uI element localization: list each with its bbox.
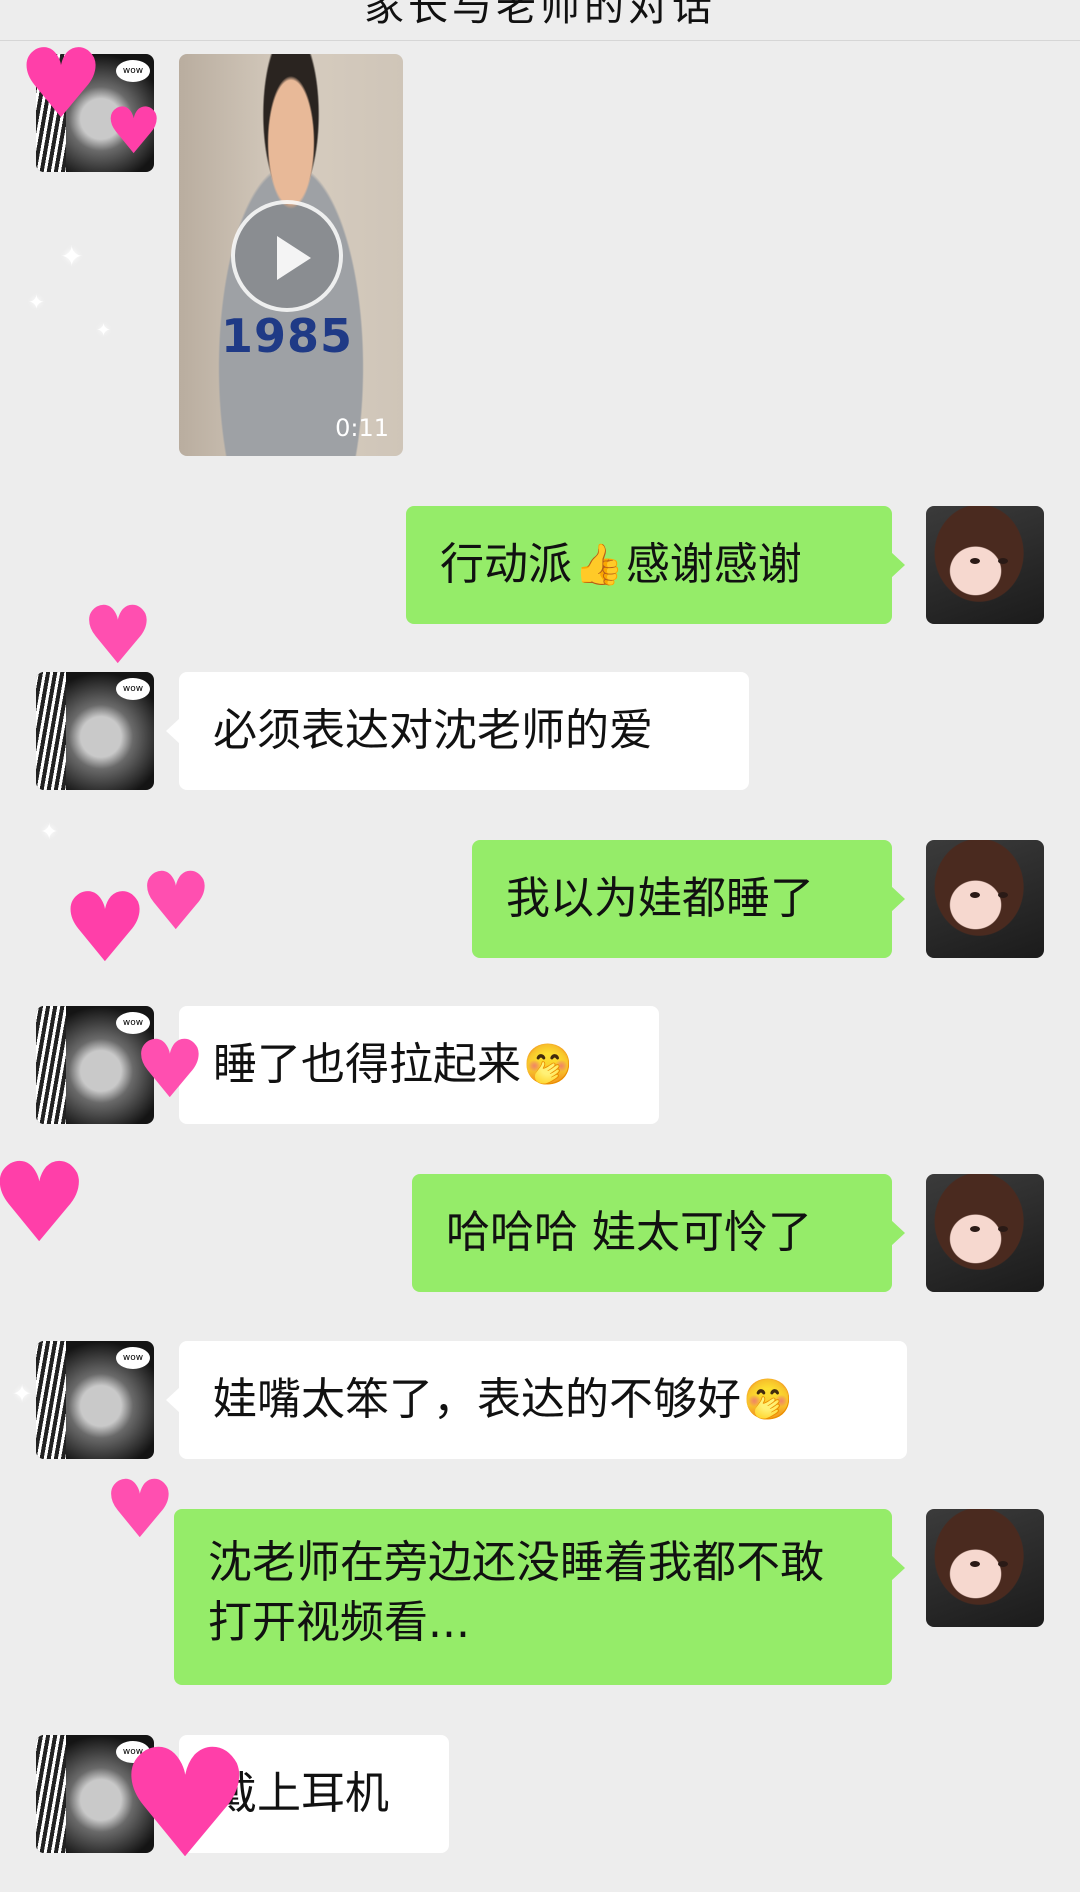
- sparkle-icon: ✦: [28, 290, 45, 314]
- message-text: 行动派: [440, 539, 572, 590]
- gift-heart-sticker-icon: ♥: [82, 589, 154, 682]
- video-thumbnail-text: 1985: [221, 309, 354, 363]
- gift-heart-sticker-icon: ♥: [104, 1463, 176, 1556]
- message-text-2: 感谢感谢: [625, 539, 802, 590]
- avatar-eye: [998, 1226, 1008, 1232]
- sparkle-icon: ✦: [60, 240, 84, 273]
- avatar-caption: wow: [116, 60, 150, 82]
- avatar-eye: [998, 558, 1008, 564]
- self-avatar[interactable]: [926, 506, 1044, 624]
- heart-sticker-icon: ♥: [118, 1718, 253, 1892]
- contact-avatar[interactable]: wow: [36, 672, 154, 790]
- gift-heart-sticker-icon: ♥: [140, 855, 212, 948]
- sparkle-icon: ✦: [40, 820, 59, 845]
- heart-arrow-sticker-icon: ♥: [0, 1139, 89, 1267]
- avatar-eye: [970, 1226, 980, 1232]
- play-icon[interactable]: [231, 200, 343, 312]
- avatar-eye: [970, 558, 980, 564]
- message-bubble-self[interactable]: 哈哈哈 娃太可怜了: [412, 1174, 905, 1292]
- message-bubble-other[interactable]: 娃嘴太笨了，表达的不够好 🤭: [166, 1341, 907, 1459]
- self-avatar[interactable]: [926, 1174, 1044, 1292]
- heart-sticker-icon: ♥: [18, 28, 105, 140]
- video-message[interactable]: 1985 0:11: [179, 54, 403, 456]
- video-duration: 0:11: [335, 414, 389, 442]
- message-text: 我以为娃都睡了: [506, 873, 814, 924]
- message-text: 哈哈哈 娃太可怜了: [446, 1207, 812, 1258]
- contact-avatar[interactable]: wow: [36, 1341, 154, 1459]
- message-text: 睡了也得拉起来: [213, 1039, 521, 1090]
- self-avatar[interactable]: [926, 1509, 1044, 1627]
- message-bubble-self[interactable]: 沈老师在旁边还没睡着我都不敢打开视频看...: [174, 1509, 905, 1685]
- hand-over-mouth-icon: 🤭: [743, 1377, 793, 1423]
- thumbs-up-icon: 👍: [574, 542, 624, 588]
- sparkle-icon: ✦: [96, 320, 112, 341]
- gift-heart-sticker-icon: ♥: [134, 1023, 206, 1116]
- avatar-caption: wow: [116, 1347, 150, 1369]
- heart-sticker-icon: ♥: [62, 872, 149, 984]
- chat-header: 家长与老师的对话: [0, 0, 1080, 41]
- avatar-eye: [970, 1561, 980, 1567]
- message-bubble-other[interactable]: 必须表达对沈老师的爱: [166, 672, 749, 790]
- avatar-eye: [970, 892, 980, 898]
- hand-over-mouth-icon: 🤭: [523, 1042, 573, 1088]
- sparkle-icon: ✦: [12, 1380, 33, 1408]
- message-bubble-other[interactable]: 睡了也得拉起来 🤭: [166, 1006, 659, 1124]
- avatar-eye: [998, 1561, 1008, 1567]
- message-text: 娃嘴太笨了，表达的不够好: [213, 1374, 741, 1425]
- message-text: 必须表达对沈老师的爱: [213, 705, 653, 756]
- message-bubble-self[interactable]: 我以为娃都睡了: [472, 840, 905, 958]
- chat-title: 家长与老师的对话: [364, 0, 716, 30]
- heart-sticker-icon: ♥: [105, 95, 163, 169]
- message-text: 沈老师在旁边还没睡着我都不敢打开视频看...: [208, 1537, 824, 1648]
- avatar-eye: [998, 892, 1008, 898]
- self-avatar[interactable]: [926, 840, 1044, 958]
- message-bubble-self[interactable]: 行动派 👍 感谢感谢: [406, 506, 905, 624]
